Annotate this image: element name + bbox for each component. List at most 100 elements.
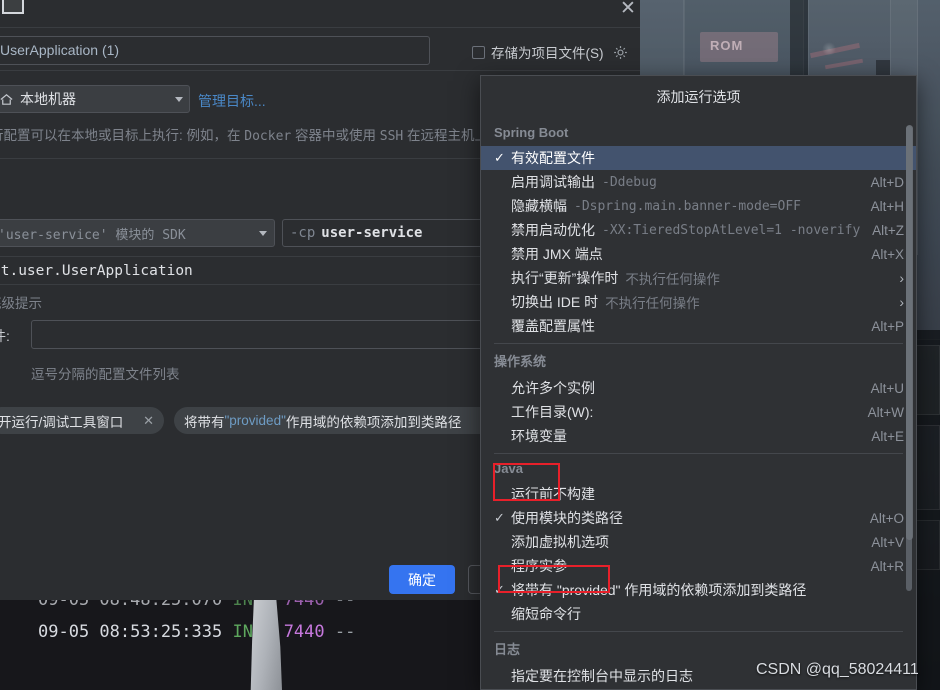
- menu-item[interactable]: 覆盖配置属性 Alt+P: [481, 314, 916, 338]
- menu-item-accelerator: Alt+V: [871, 534, 904, 550]
- menu-item-value: -XX:TieredStopAtLevel=1 -noverify: [602, 222, 861, 238]
- menu-group-title: 日志: [494, 642, 521, 657]
- option-chip-label-post: 作用域的依赖项添加到类路径: [285, 414, 462, 430]
- dialog-titlebar: ✕: [0, 0, 640, 28]
- editor-scrollbar[interactable]: [906, 125, 913, 540]
- menu-item[interactable]: 切换出 IDE 时不执行任何操作 ›: [481, 290, 916, 314]
- menu-item-label: 工作目录(W):: [511, 404, 594, 420]
- menu-item-label: 执行“更新”操作时: [511, 270, 619, 286]
- menu-item-label: 缩短命令行: [511, 606, 581, 622]
- menu-item-accelerator: Alt+U: [870, 380, 904, 396]
- main-class-hint: 底级提示: [0, 296, 42, 311]
- store-as-project-file-checkbox[interactable]: 存储为项目文件(S): [472, 42, 628, 62]
- menu-item-accelerator: Alt+P: [871, 318, 904, 334]
- menu-item-accelerator: Alt+D: [870, 174, 904, 190]
- menu-item-label: 覆盖配置属性: [511, 318, 595, 334]
- menu-group-title: Java: [494, 461, 523, 476]
- option-chip[interactable]: 将带有 "provided" 作用域的依赖项添加到类路径: [174, 407, 504, 434]
- menu-item[interactable]: 工作目录(W): Alt+W: [481, 400, 916, 424]
- menu-item[interactable]: 执行“更新”操作时 不执行任何操作 ›: [481, 266, 916, 290]
- popup-menu-list: Spring Boot ✓ 有效配置文件 启用调试输出 -Ddebug Alt+D 隐藏横幅…: [481, 118, 916, 688]
- checkmark-icon: ✓: [494, 582, 505, 597]
- classpath-module: user-service: [321, 225, 423, 241]
- chevron-down-icon[interactable]: [175, 96, 183, 102]
- hint-prefix: 行配置可以在本地或目标上执行: 例如，在: [0, 128, 245, 143]
- menu-item[interactable]: 允许多个实例 Alt+U: [481, 376, 916, 400]
- log-pid: 7440: [283, 622, 325, 642]
- active-profiles-label: 件:: [0, 328, 10, 344]
- menu-item-accelerator: Alt+H: [870, 198, 904, 214]
- menu-item[interactable]: 禁用 JMX 端点 Alt+X: [481, 242, 916, 266]
- menu-item-label: 切换出 IDE 时: [511, 294, 599, 310]
- classpath-flag: -cp: [290, 225, 316, 241]
- menu-item-label: 将带有 "provided" 作用域的依赖项添加到类路径: [511, 582, 807, 598]
- menu-item[interactable]: ✓ 有效配置文件: [481, 146, 916, 170]
- option-chip-label-quote: "provided": [224, 413, 286, 428]
- menu-item-accelerator: Alt+W: [867, 404, 904, 420]
- menu-item-label: 允许多个实例: [511, 380, 595, 396]
- divider: [0, 70, 640, 71]
- divider: [0, 27, 640, 28]
- checkmark-icon: ✓: [494, 150, 505, 165]
- option-chip-label: 开运行/调试工具窗口: [0, 414, 124, 430]
- option-chip[interactable]: 开运行/调试工具窗口 ✕: [0, 407, 164, 434]
- chevron-down-icon[interactable]: [259, 230, 267, 236]
- menu-item[interactable]: ✓ 使用模块的类路径 Alt+O: [481, 506, 916, 530]
- menu-item-value: -Ddebug: [602, 174, 657, 190]
- add-run-option-popup: 添加运行选项 Spring Boot ✓ 有效配置文件 启用调试输出 -Ddebug Al…: [480, 75, 917, 690]
- chevron-right-icon[interactable]: ›: [899, 294, 904, 310]
- menu-item-label: 使用模块的类路径: [511, 510, 623, 526]
- menu-item-accelerator: Alt+Z: [872, 222, 904, 238]
- chevron-right-icon[interactable]: ›: [899, 270, 904, 286]
- store-as-project-file-label: 存储为项目文件(S): [491, 46, 604, 61]
- checkmark-icon: ✓: [494, 510, 505, 525]
- menu-group-title: Spring Boot: [494, 125, 569, 140]
- hint-mid: 容器中或使用: [291, 128, 380, 143]
- jre-sdk-value: 'user-service' 模块的 SDK: [0, 227, 186, 243]
- menu-item-label: 有效配置文件: [511, 150, 595, 166]
- menu-item[interactable]: 添加虚拟机选项 Alt+V: [481, 530, 916, 554]
- configuration-name-input[interactable]: UserApplication (1): [0, 36, 430, 65]
- menu-item-label: 运行前不构建: [511, 486, 595, 502]
- menu-item[interactable]: ✓ 将带有 "provided" 作用域的依赖项添加到类路径: [481, 578, 916, 602]
- menu-item-label: 环境变量: [511, 428, 567, 444]
- menu-item-accelerator: Alt+R: [870, 558, 904, 574]
- gear-icon[interactable]: [613, 45, 628, 60]
- ok-button[interactable]: 确定: [389, 565, 455, 594]
- run-target-combo[interactable]: 本地机器: [0, 85, 190, 113]
- log-tail: --: [334, 622, 356, 642]
- menu-item-accelerator: Alt+X: [871, 246, 904, 262]
- menu-item-accelerator: Alt+E: [871, 428, 904, 444]
- close-icon[interactable]: ✕: [616, 0, 640, 21]
- watermark: CSDN @qq_58024411: [756, 661, 919, 678]
- manage-targets-link[interactable]: 管理目标...: [198, 91, 266, 111]
- menu-item[interactable]: 缩短命令行: [481, 602, 916, 626]
- menu-item[interactable]: 环境变量 Alt+E: [481, 424, 916, 448]
- hint-suffix: 在远程主机上: [403, 128, 488, 143]
- jre-sdk-combo[interactable]: 'user-service' 模块的 SDK: [0, 219, 275, 247]
- menu-item[interactable]: 禁用启动优化 -XX:TieredStopAtLevel=1 -noverify A…: [481, 218, 916, 242]
- menu-item[interactable]: 程序实参 Alt+R: [481, 554, 916, 578]
- menu-item-label: 禁用 JMX 端点: [511, 246, 603, 262]
- option-chip-label-pre: 将带有: [184, 414, 225, 430]
- active-profiles-hint: 逗号分隔的配置文件列表: [31, 367, 180, 382]
- menu-item-label: 指定要在控制台中显示的日志: [511, 668, 693, 684]
- menu-item[interactable]: 隐藏横幅 -Dspring.main.banner-mode=OFF Alt+H: [481, 194, 916, 218]
- menu-item[interactable]: 启用调试输出 -Ddebug Alt+D: [481, 170, 916, 194]
- hint-ssh: SSH: [379, 129, 404, 144]
- menu-item-label: 禁用启动优化: [511, 222, 595, 238]
- menu-item-value: 不执行任何操作: [625, 272, 720, 287]
- home-icon: [0, 93, 13, 105]
- menu-item-label: 添加虚拟机选项: [511, 534, 609, 550]
- wallpaper-sign-text: ROM: [710, 38, 744, 53]
- menu-item-value: 不执行任何操作: [605, 296, 700, 311]
- log-timestamp: 09-05 08:53:25:335: [38, 622, 223, 642]
- screen: ROM 09-05 08:48:25:070 INFO 7440 -- 09-0…: [0, 0, 940, 690]
- menu-item-label: 启用调试输出: [511, 174, 595, 190]
- close-icon[interactable]: ✕: [135, 413, 154, 429]
- menu-item-accelerator: Alt+O: [869, 510, 904, 526]
- hint-docker: Docker: [244, 129, 292, 144]
- menu-item-label: 程序实参: [511, 558, 567, 574]
- menu-item[interactable]: 运行前不构建: [481, 482, 916, 506]
- checkbox-box[interactable]: [472, 45, 485, 59]
